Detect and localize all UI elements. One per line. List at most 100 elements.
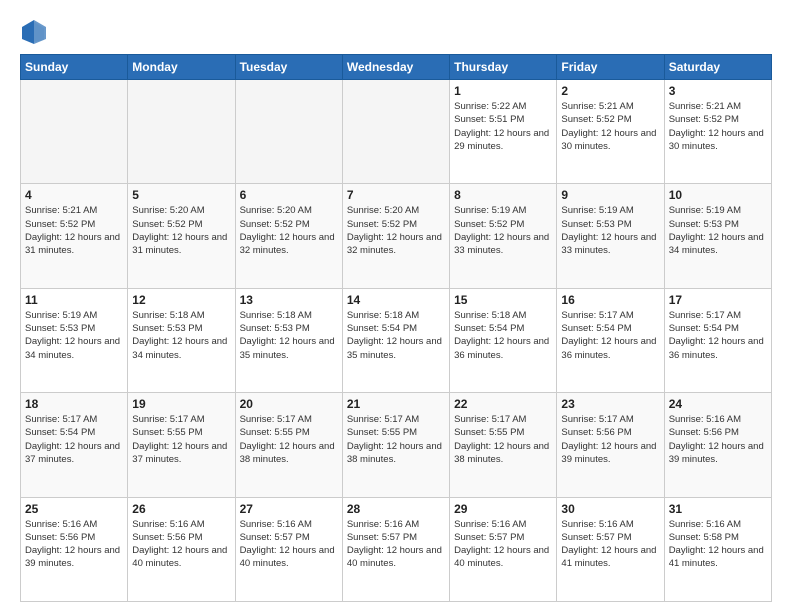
day-info: Sunrise: 5:20 AMSunset: 5:52 PMDaylight:… [240,204,338,257]
day-number: 10 [669,188,767,202]
day-info: Sunrise: 5:17 AMSunset: 5:56 PMDaylight:… [561,413,659,466]
day-number: 30 [561,502,659,516]
day-cell-25: 25 Sunrise: 5:16 AMSunset: 5:56 PMDaylig… [21,497,128,601]
day-info: Sunrise: 5:17 AMSunset: 5:55 PMDaylight:… [132,413,230,466]
day-cell-15: 15 Sunrise: 5:18 AMSunset: 5:54 PMDaylig… [450,288,557,392]
day-number: 13 [240,293,338,307]
col-header-sunday: Sunday [21,55,128,80]
day-cell-3: 3 Sunrise: 5:21 AMSunset: 5:52 PMDayligh… [664,80,771,184]
day-cell-2: 2 Sunrise: 5:21 AMSunset: 5:52 PMDayligh… [557,80,664,184]
day-number: 5 [132,188,230,202]
day-number: 9 [561,188,659,202]
day-number: 1 [454,84,552,98]
col-header-wednesday: Wednesday [342,55,449,80]
day-info: Sunrise: 5:17 AMSunset: 5:55 PMDaylight:… [347,413,445,466]
week-row-5: 25 Sunrise: 5:16 AMSunset: 5:56 PMDaylig… [21,497,772,601]
day-number: 24 [669,397,767,411]
day-number: 22 [454,397,552,411]
day-number: 8 [454,188,552,202]
day-number: 26 [132,502,230,516]
day-cell-31: 31 Sunrise: 5:16 AMSunset: 5:58 PMDaylig… [664,497,771,601]
day-info: Sunrise: 5:20 AMSunset: 5:52 PMDaylight:… [347,204,445,257]
day-number: 27 [240,502,338,516]
day-number: 16 [561,293,659,307]
day-cell-24: 24 Sunrise: 5:16 AMSunset: 5:56 PMDaylig… [664,393,771,497]
day-cell-7: 7 Sunrise: 5:20 AMSunset: 5:52 PMDayligh… [342,184,449,288]
day-number: 25 [25,502,123,516]
day-info: Sunrise: 5:19 AMSunset: 5:53 PMDaylight:… [561,204,659,257]
day-number: 7 [347,188,445,202]
calendar-table: SundayMondayTuesdayWednesdayThursdayFrid… [20,54,772,602]
day-info: Sunrise: 5:16 AMSunset: 5:56 PMDaylight:… [132,518,230,571]
day-info: Sunrise: 5:22 AMSunset: 5:51 PMDaylight:… [454,100,552,153]
day-info: Sunrise: 5:17 AMSunset: 5:55 PMDaylight:… [454,413,552,466]
day-info: Sunrise: 5:17 AMSunset: 5:54 PMDaylight:… [25,413,123,466]
day-cell-6: 6 Sunrise: 5:20 AMSunset: 5:52 PMDayligh… [235,184,342,288]
logo [20,18,52,46]
day-number: 15 [454,293,552,307]
day-number: 29 [454,502,552,516]
page: SundayMondayTuesdayWednesdayThursdayFrid… [0,0,792,612]
day-info: Sunrise: 5:18 AMSunset: 5:53 PMDaylight:… [240,309,338,362]
day-number: 14 [347,293,445,307]
day-info: Sunrise: 5:16 AMSunset: 5:57 PMDaylight:… [240,518,338,571]
day-cell-28: 28 Sunrise: 5:16 AMSunset: 5:57 PMDaylig… [342,497,449,601]
empty-cell [235,80,342,184]
day-number: 11 [25,293,123,307]
day-number: 6 [240,188,338,202]
day-info: Sunrise: 5:16 AMSunset: 5:58 PMDaylight:… [669,518,767,571]
week-row-2: 4 Sunrise: 5:21 AMSunset: 5:52 PMDayligh… [21,184,772,288]
day-number: 21 [347,397,445,411]
day-number: 28 [347,502,445,516]
day-info: Sunrise: 5:19 AMSunset: 5:52 PMDaylight:… [454,204,552,257]
day-info: Sunrise: 5:16 AMSunset: 5:56 PMDaylight:… [669,413,767,466]
day-cell-14: 14 Sunrise: 5:18 AMSunset: 5:54 PMDaylig… [342,288,449,392]
day-cell-18: 18 Sunrise: 5:17 AMSunset: 5:54 PMDaylig… [21,393,128,497]
col-header-friday: Friday [557,55,664,80]
day-cell-13: 13 Sunrise: 5:18 AMSunset: 5:53 PMDaylig… [235,288,342,392]
day-info: Sunrise: 5:17 AMSunset: 5:55 PMDaylight:… [240,413,338,466]
week-row-1: 1 Sunrise: 5:22 AMSunset: 5:51 PMDayligh… [21,80,772,184]
day-info: Sunrise: 5:21 AMSunset: 5:52 PMDaylight:… [669,100,767,153]
day-number: 23 [561,397,659,411]
day-info: Sunrise: 5:18 AMSunset: 5:53 PMDaylight:… [132,309,230,362]
week-row-3: 11 Sunrise: 5:19 AMSunset: 5:53 PMDaylig… [21,288,772,392]
empty-cell [128,80,235,184]
day-cell-27: 27 Sunrise: 5:16 AMSunset: 5:57 PMDaylig… [235,497,342,601]
day-cell-9: 9 Sunrise: 5:19 AMSunset: 5:53 PMDayligh… [557,184,664,288]
day-cell-19: 19 Sunrise: 5:17 AMSunset: 5:55 PMDaylig… [128,393,235,497]
day-cell-16: 16 Sunrise: 5:17 AMSunset: 5:54 PMDaylig… [557,288,664,392]
day-cell-29: 29 Sunrise: 5:16 AMSunset: 5:57 PMDaylig… [450,497,557,601]
day-info: Sunrise: 5:18 AMSunset: 5:54 PMDaylight:… [454,309,552,362]
day-cell-20: 20 Sunrise: 5:17 AMSunset: 5:55 PMDaylig… [235,393,342,497]
day-number: 18 [25,397,123,411]
day-cell-5: 5 Sunrise: 5:20 AMSunset: 5:52 PMDayligh… [128,184,235,288]
logo-icon [20,18,48,46]
day-cell-10: 10 Sunrise: 5:19 AMSunset: 5:53 PMDaylig… [664,184,771,288]
day-number: 3 [669,84,767,98]
day-number: 2 [561,84,659,98]
day-cell-22: 22 Sunrise: 5:17 AMSunset: 5:55 PMDaylig… [450,393,557,497]
day-info: Sunrise: 5:19 AMSunset: 5:53 PMDaylight:… [669,204,767,257]
day-cell-11: 11 Sunrise: 5:19 AMSunset: 5:53 PMDaylig… [21,288,128,392]
day-cell-4: 4 Sunrise: 5:21 AMSunset: 5:52 PMDayligh… [21,184,128,288]
day-info: Sunrise: 5:16 AMSunset: 5:57 PMDaylight:… [561,518,659,571]
day-info: Sunrise: 5:17 AMSunset: 5:54 PMDaylight:… [669,309,767,362]
day-info: Sunrise: 5:16 AMSunset: 5:57 PMDaylight:… [454,518,552,571]
day-info: Sunrise: 5:17 AMSunset: 5:54 PMDaylight:… [561,309,659,362]
empty-cell [342,80,449,184]
day-info: Sunrise: 5:16 AMSunset: 5:56 PMDaylight:… [25,518,123,571]
col-header-tuesday: Tuesday [235,55,342,80]
day-info: Sunrise: 5:20 AMSunset: 5:52 PMDaylight:… [132,204,230,257]
day-cell-30: 30 Sunrise: 5:16 AMSunset: 5:57 PMDaylig… [557,497,664,601]
day-cell-12: 12 Sunrise: 5:18 AMSunset: 5:53 PMDaylig… [128,288,235,392]
col-header-monday: Monday [128,55,235,80]
day-number: 12 [132,293,230,307]
day-number: 17 [669,293,767,307]
col-header-thursday: Thursday [450,55,557,80]
day-cell-1: 1 Sunrise: 5:22 AMSunset: 5:51 PMDayligh… [450,80,557,184]
day-number: 31 [669,502,767,516]
day-number: 20 [240,397,338,411]
day-number: 4 [25,188,123,202]
day-info: Sunrise: 5:19 AMSunset: 5:53 PMDaylight:… [25,309,123,362]
